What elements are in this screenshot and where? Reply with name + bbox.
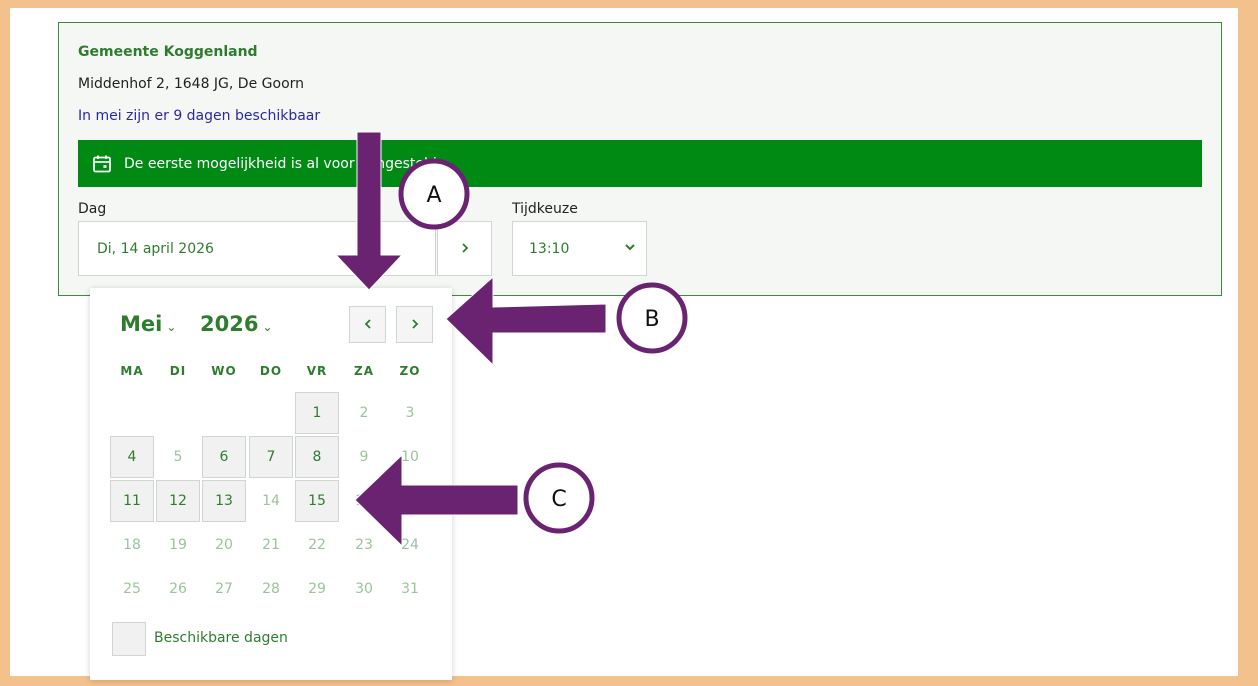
calendar-day-available[interactable]: 11 bbox=[110, 480, 154, 522]
next-day-button[interactable] bbox=[437, 221, 492, 276]
calendar-day-unavailable: 23 bbox=[355, 537, 373, 553]
legend-swatch bbox=[112, 622, 146, 656]
calendar-day-unavailable: 5 bbox=[173, 449, 183, 465]
calendar-day-unavailable: 31 bbox=[401, 581, 419, 597]
calendar-day-unavailable: 22 bbox=[308, 537, 326, 553]
chevron-down-icon: ⌄ bbox=[262, 320, 273, 334]
calendar-day-unavailable: 9 bbox=[359, 449, 369, 465]
day-label: Dag bbox=[78, 201, 107, 217]
calendar-day-unavailable: 25 bbox=[123, 581, 141, 597]
weekday-header: DO bbox=[259, 364, 283, 378]
chevron-right-icon bbox=[409, 316, 421, 334]
date-picker-popup: Mei ⌄ 2026 ⌄ MA DI WO DO VR ZA ZO 12345678… bbox=[90, 288, 452, 680]
calendar-day-available[interactable]: 6 bbox=[202, 436, 246, 478]
calendar-check-icon bbox=[92, 154, 112, 174]
organization-address: Middenhof 2, 1648 JG, De Goorn bbox=[78, 76, 305, 92]
weekday-header: ZO bbox=[399, 364, 421, 378]
calendar-day-available[interactable]: 15 bbox=[295, 480, 339, 522]
calendar-day-unavailable: 26 bbox=[169, 581, 187, 597]
calendar-day-unavailable: 3 bbox=[405, 405, 415, 421]
day-value: Di, 14 april 2026 bbox=[97, 240, 214, 257]
chevron-left-icon bbox=[362, 316, 374, 334]
organization-name: Gemeente Koggenland bbox=[78, 44, 258, 60]
calendar-day-unavailable: 30 bbox=[355, 581, 373, 597]
weekday-header: ZA bbox=[354, 364, 374, 378]
chevron-down-icon: ⌄ bbox=[166, 320, 177, 334]
chevron-down-icon bbox=[624, 241, 636, 257]
calendar-day-unavailable: 16 bbox=[355, 493, 373, 509]
calendar-day-unavailable: 29 bbox=[308, 581, 326, 597]
calendar-day-unavailable: 14 bbox=[262, 493, 280, 509]
weekday-header: MA bbox=[120, 364, 144, 378]
next-month-button[interactable] bbox=[396, 306, 433, 343]
month-label: Mei bbox=[120, 312, 163, 336]
calendar-day-available[interactable]: 7 bbox=[249, 436, 293, 478]
year-label: 2026 bbox=[200, 312, 259, 336]
calendar-day-unavailable: 17 bbox=[401, 493, 419, 509]
time-label: Tijdkeuze bbox=[512, 201, 578, 217]
banner-text: De eerste mogelijkheid is al voor u inge… bbox=[124, 155, 437, 172]
calendar-day-unavailable: 20 bbox=[215, 537, 233, 553]
weekday-header: VR bbox=[306, 364, 328, 378]
calendar-day-unavailable: 18 bbox=[123, 537, 141, 553]
weekday-header: DI bbox=[169, 364, 187, 378]
calendar-day-unavailable: 19 bbox=[169, 537, 187, 553]
legend-label: Beschikbare dagen bbox=[154, 630, 288, 646]
day-input[interactable]: Di, 14 april 2026 bbox=[78, 221, 436, 276]
time-value: 13:10 bbox=[529, 240, 570, 257]
year-dropdown[interactable]: 2026 ⌄ bbox=[200, 312, 273, 336]
calendar-day-unavailable: 24 bbox=[401, 537, 419, 553]
availability-text: In mei zijn er 9 dagen beschikbaar bbox=[78, 108, 321, 124]
first-option-banner: De eerste mogelijkheid is al voor u inge… bbox=[78, 140, 1202, 187]
calendar-day-unavailable: 28 bbox=[262, 581, 280, 597]
time-select[interactable]: 13:10 bbox=[512, 221, 647, 276]
weekday-header: WO bbox=[211, 364, 237, 378]
calendar-day-available[interactable]: 1 bbox=[295, 392, 339, 434]
calendar-day-unavailable: 2 bbox=[359, 405, 369, 421]
calendar-day-available[interactable]: 8 bbox=[295, 436, 339, 478]
calendar-day-unavailable: 10 bbox=[401, 449, 419, 465]
calendar-day-available[interactable]: 4 bbox=[110, 436, 154, 478]
calendar-day-unavailable: 27 bbox=[215, 581, 233, 597]
calendar-day-unavailable: 21 bbox=[262, 537, 280, 553]
chevron-right-icon bbox=[459, 239, 471, 258]
month-dropdown[interactable]: Mei ⌄ bbox=[120, 312, 176, 336]
calendar-day-available[interactable]: 12 bbox=[156, 480, 200, 522]
calendar-day-available[interactable]: 13 bbox=[202, 480, 246, 522]
prev-month-button[interactable] bbox=[349, 306, 386, 343]
